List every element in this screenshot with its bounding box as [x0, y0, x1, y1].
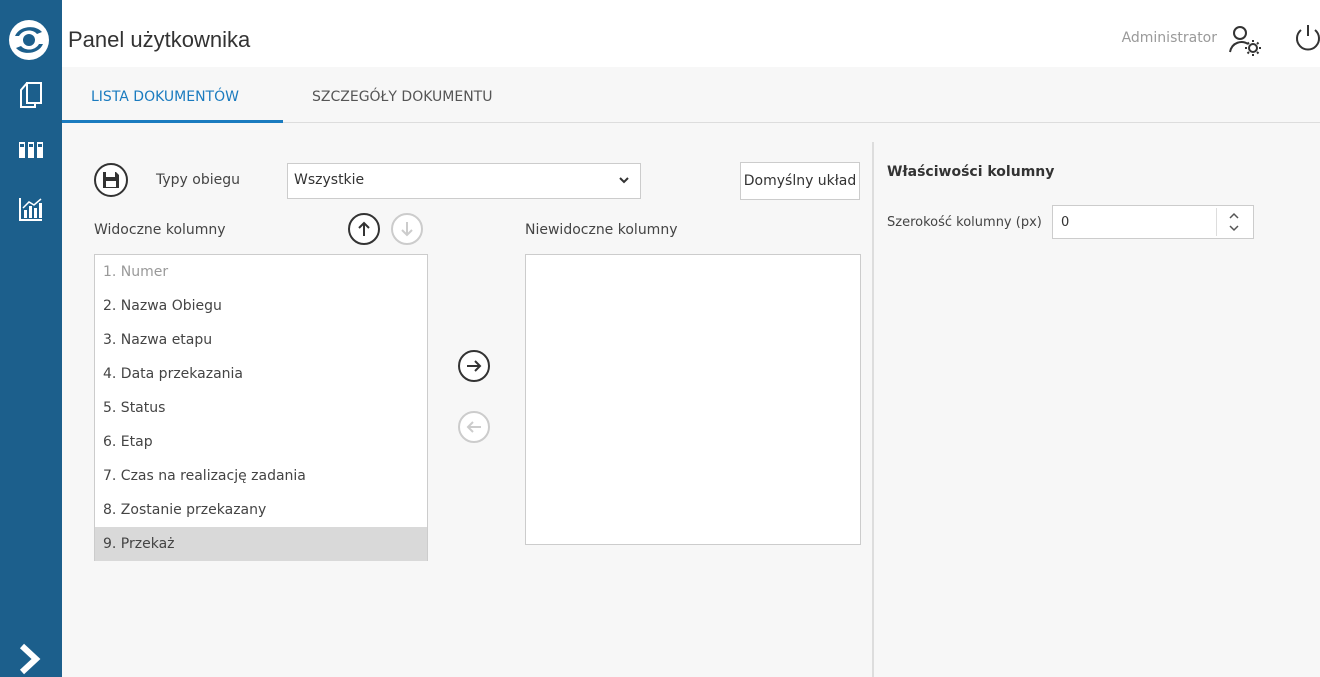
sidebar	[0, 0, 62, 677]
chevron-down-icon	[618, 174, 630, 186]
active-tab-indicator	[62, 120, 283, 123]
column-width-input[interactable]: 0	[1052, 205, 1254, 239]
arrow-right-icon	[467, 360, 482, 372]
types-select-value: Wszystkie	[294, 172, 365, 188]
visible-columns-list[interactable]: 1. Numer 2. Nazwa Obiegu 3. Nazwa etapu …	[94, 254, 428, 561]
arrow-left-icon	[466, 421, 481, 433]
panel-divider	[872, 142, 874, 677]
documents-icon[interactable]	[16, 80, 46, 110]
arrow-up-icon	[358, 221, 370, 236]
properties-title: Właściwości kolumny	[887, 164, 1055, 180]
move-down-button[interactable]	[391, 213, 423, 245]
list-item[interactable]: 2. Nazwa Obiegu	[95, 289, 427, 323]
columns-icon[interactable]	[16, 134, 46, 164]
move-to-hidden-button[interactable]	[458, 350, 490, 382]
list-item[interactable]: 8. Zostanie przekazany	[95, 493, 427, 527]
list-item-selected[interactable]: 9. Przekaż	[95, 527, 427, 561]
save-button[interactable]	[94, 163, 128, 197]
number-spinner[interactable]	[1216, 208, 1250, 236]
visible-columns-label: Widoczne kolumny	[94, 222, 226, 238]
move-to-visible-button[interactable]	[458, 411, 490, 443]
column-width-label: Szerokość kolumny (px)	[887, 215, 1042, 230]
tab-document-list[interactable]: LISTA DOKUMENTÓW	[91, 89, 239, 105]
list-item[interactable]: 5. Status	[95, 391, 427, 425]
list-item[interactable]: 3. Nazwa etapu	[95, 323, 427, 357]
hidden-columns-list[interactable]	[525, 254, 861, 545]
list-item[interactable]: 4. Data przekazania	[95, 357, 427, 391]
spinner-down-icon	[1229, 225, 1239, 232]
list-item[interactable]: 7. Czas na realizację zadania	[95, 459, 427, 493]
header: Panel użytkownika Administrator	[62, 0, 1320, 67]
types-select[interactable]: Wszystkie	[287, 163, 641, 199]
default-layout-button[interactable]: Domyślny układ	[740, 162, 860, 200]
expand-sidebar-icon[interactable]	[18, 642, 44, 676]
chart-icon[interactable]	[16, 194, 46, 224]
hidden-columns-label: Niewidoczne kolumny	[525, 222, 678, 238]
arrow-down-icon	[401, 222, 413, 237]
power-icon[interactable]	[1292, 22, 1320, 54]
spinner-up-icon	[1229, 212, 1239, 219]
types-label: Typy obiegu	[156, 172, 240, 188]
tab-bar: LISTA DOKUMENTÓW SZCZEGÓŁY DOKUMENTU	[62, 67, 1320, 123]
tab-document-details[interactable]: SZCZEGÓŁY DOKUMENTU	[312, 89, 492, 105]
user-settings-icon[interactable]	[1228, 24, 1264, 56]
app-logo	[9, 20, 49, 60]
column-width-value: 0	[1061, 215, 1070, 230]
list-item: 1. Numer	[103, 264, 169, 280]
user-name: Administrator	[1121, 30, 1217, 46]
page-title: Panel użytkownika	[68, 27, 251, 52]
move-up-button[interactable]	[348, 213, 380, 245]
list-item[interactable]: 6. Etap	[95, 425, 427, 459]
